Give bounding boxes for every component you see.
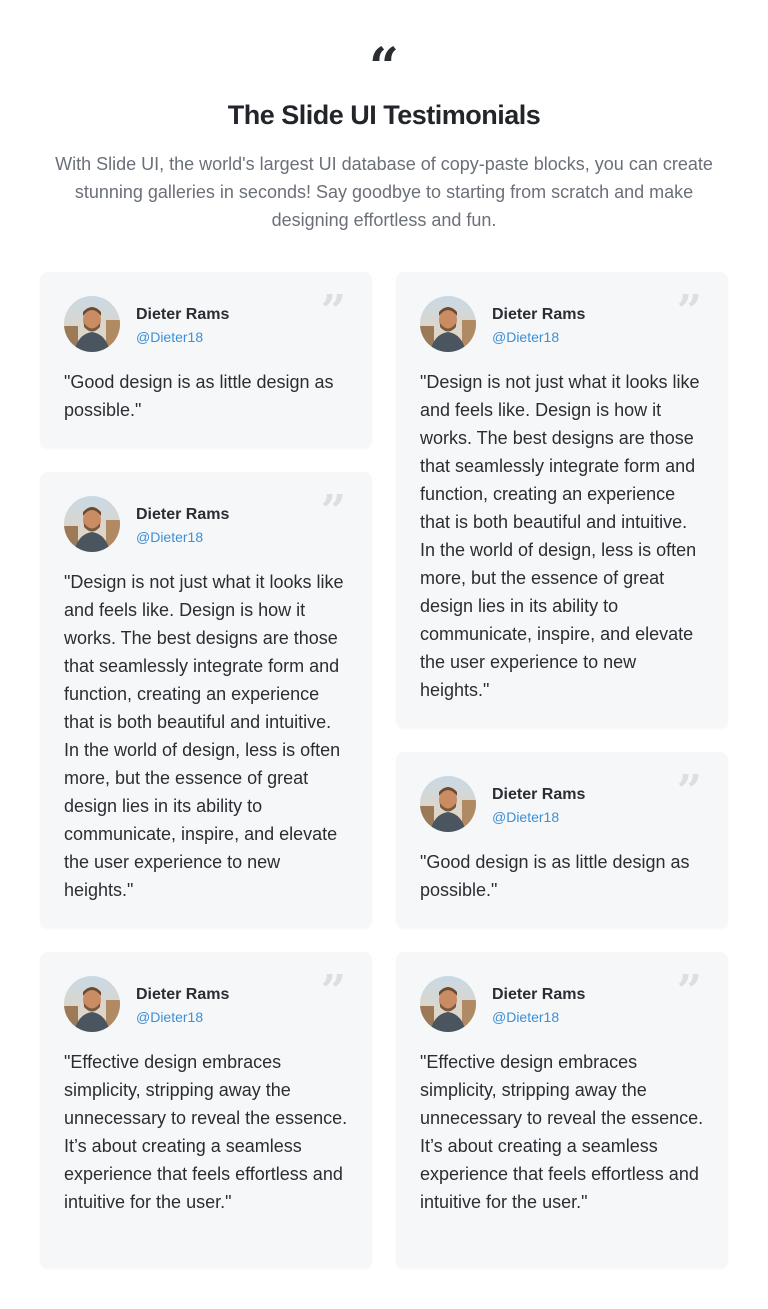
testimonial-card: Dieter Rams @Dieter18 ” "Design is not j… xyxy=(396,272,728,728)
header-quote-icon: “ xyxy=(369,37,399,98)
avatar xyxy=(64,496,120,552)
testimonial-text: "Effective design embraces simplicity, s… xyxy=(64,1052,348,1212)
avatar xyxy=(420,296,476,352)
testimonial-card: Dieter Rams @Dieter18 ” "Effective desig… xyxy=(396,952,728,1268)
page-subtitle: With Slide UI, the world's largest UI da… xyxy=(55,154,713,230)
quote-icon: ” xyxy=(320,966,346,1017)
author-name: Dieter Rams xyxy=(136,986,230,1003)
author-name: Dieter Rams xyxy=(492,306,586,323)
author-handle[interactable]: @Dieter18 xyxy=(136,528,203,546)
quote-icon: ” xyxy=(320,486,346,537)
testimonial-text: "Design is not just what it looks like a… xyxy=(420,372,700,700)
page-title: The Slide UI Testimonials xyxy=(227,100,541,130)
testimonial-text: "Design is not just what it looks like a… xyxy=(64,572,344,900)
testimonial-card: Dieter Rams @Dieter18 ” "Effective desig… xyxy=(40,952,372,1268)
avatar xyxy=(64,296,120,352)
testimonial-card: Dieter Rams @Dieter18 ” "Good design is … xyxy=(40,272,372,448)
testimonial-text: "Good design is as little design as poss… xyxy=(420,852,690,900)
author-handle[interactable]: @Dieter18 xyxy=(492,808,559,826)
avatar xyxy=(420,976,476,1032)
quote-icon: ” xyxy=(676,766,702,817)
avatar xyxy=(64,976,120,1032)
author-name: Dieter Rams xyxy=(492,986,586,1003)
testimonial-card: Dieter Rams @Dieter18 ” "Design is not j… xyxy=(40,472,372,928)
author-handle[interactable]: @Dieter18 xyxy=(136,1008,203,1026)
author-handle[interactable]: @Dieter18 xyxy=(492,328,559,346)
author-name: Dieter Rams xyxy=(492,786,586,803)
author-handle[interactable]: @Dieter18 xyxy=(136,328,203,346)
testimonial-text: "Good design is as little design as poss… xyxy=(64,372,334,420)
quote-icon: ” xyxy=(676,286,702,337)
quote-icon: ” xyxy=(676,966,702,1017)
avatar xyxy=(420,776,476,832)
author-name: Dieter Rams xyxy=(136,306,230,323)
quote-icon: ” xyxy=(320,286,346,337)
author-name: Dieter Rams xyxy=(136,506,230,523)
author-handle[interactable]: @Dieter18 xyxy=(492,1008,559,1026)
testimonial-text: "Effective design embraces simplicity, s… xyxy=(420,1052,704,1212)
testimonial-card: Dieter Rams @Dieter18 ” "Good design is … xyxy=(396,752,728,928)
